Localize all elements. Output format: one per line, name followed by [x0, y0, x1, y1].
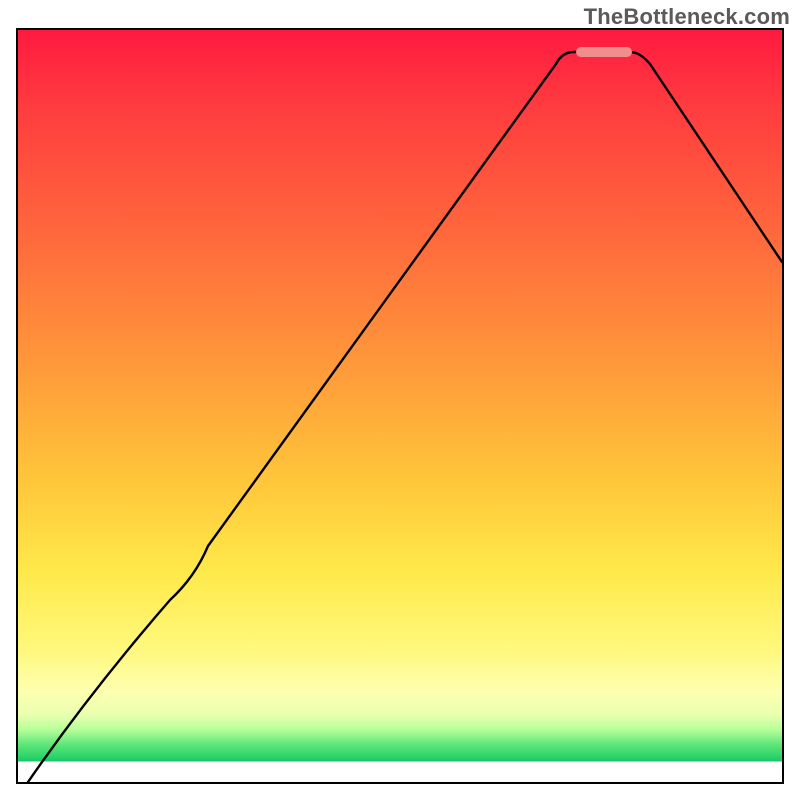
optimal-range-marker [576, 47, 632, 57]
chart-container: TheBottleneck.com [0, 0, 800, 800]
plot-frame [16, 28, 784, 784]
bottleneck-curve [18, 30, 782, 782]
watermark-text: TheBottleneck.com [584, 4, 790, 30]
